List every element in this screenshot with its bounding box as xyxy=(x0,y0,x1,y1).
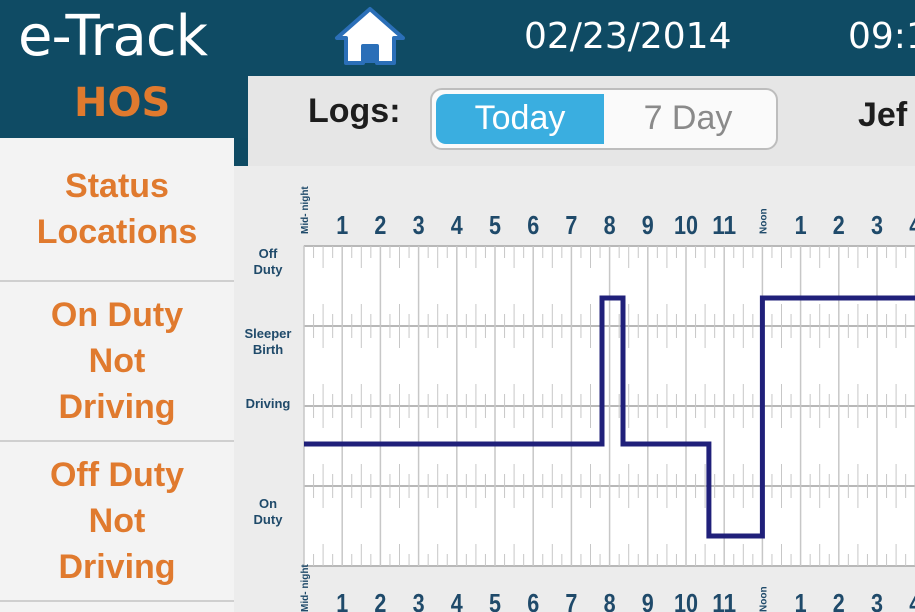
tab-today[interactable]: Today xyxy=(436,94,604,144)
hour-label: 9 xyxy=(642,588,654,612)
hour-label: 8 xyxy=(604,210,616,240)
row-label: Driving xyxy=(246,396,291,411)
hour-label: 1 xyxy=(336,588,348,612)
home-icon[interactable] xyxy=(333,6,407,66)
on-duty-not-driving-button[interactable]: On Duty Not Driving xyxy=(0,282,234,442)
log-graph: Mid- nightMid- night11223344556677889910… xyxy=(245,186,915,612)
hour-label: 3 xyxy=(413,210,425,240)
hour-label: Mid- night xyxy=(300,186,311,234)
current-time: 09:1 xyxy=(848,16,915,57)
hour-label: 4 xyxy=(451,588,463,612)
hour-label: 2 xyxy=(374,588,386,612)
hour-label: 4 xyxy=(451,210,463,240)
hour-label: 3 xyxy=(413,588,425,612)
hour-label: 2 xyxy=(374,210,386,240)
hour-label: 10 xyxy=(674,210,698,240)
row-label: Duty xyxy=(254,262,284,277)
hour-label: 3 xyxy=(871,210,883,240)
hour-label: 6 xyxy=(527,588,539,612)
hour-label: 3 xyxy=(871,588,883,612)
hour-label: 11 xyxy=(712,210,736,240)
hour-label: 1 xyxy=(795,210,807,240)
hour-label: 5 xyxy=(489,210,501,240)
brand-corner xyxy=(210,76,248,138)
current-date: 02/23/2014 xyxy=(524,16,732,57)
row-label: Off xyxy=(259,246,278,261)
hour-label: 5 xyxy=(489,588,501,612)
app-subtitle: HOS xyxy=(74,80,171,126)
row-label: Duty xyxy=(254,512,284,527)
status-locations-button[interactable]: Status Locations xyxy=(0,138,234,282)
sidebar-item-label: Status Locations xyxy=(36,167,198,251)
sidebar: Status Locations On Duty Not Driving Off… xyxy=(0,138,234,612)
hour-label: 6 xyxy=(527,210,539,240)
off-duty-not-driving-button[interactable]: Off Duty Not Driving xyxy=(0,442,234,602)
hour-label: 1 xyxy=(795,588,807,612)
hour-label: 2 xyxy=(833,210,845,240)
hour-label: 4 xyxy=(909,210,915,240)
hour-label: 7 xyxy=(565,588,577,612)
hour-label: Noon xyxy=(758,586,769,612)
driver-name: Jef xyxy=(858,96,908,134)
hour-label: 2 xyxy=(833,588,845,612)
hour-label: 10 xyxy=(674,588,698,612)
hour-label: 9 xyxy=(642,210,654,240)
hour-label: Noon xyxy=(758,208,769,234)
logs-label: Logs: xyxy=(308,92,401,130)
hour-label: 1 xyxy=(336,210,348,240)
logs-toggle: Today 7 Day xyxy=(430,88,778,150)
row-label: Sleeper xyxy=(245,326,292,341)
hour-label: 4 xyxy=(909,588,915,612)
row-label: Birth xyxy=(253,342,283,357)
sidebar-item-label: Off Duty Not Driving xyxy=(49,456,185,586)
hour-label: 11 xyxy=(712,588,736,612)
row-label: On xyxy=(259,496,277,511)
sidebar-item-label: On Duty Not Driving xyxy=(50,296,184,426)
app-title: e-Track xyxy=(18,4,208,69)
hour-label: 7 xyxy=(565,210,577,240)
hour-label: 8 xyxy=(604,588,616,612)
tab-7-day[interactable]: 7 Day xyxy=(604,94,772,144)
hour-label: Mid- night xyxy=(300,564,311,612)
